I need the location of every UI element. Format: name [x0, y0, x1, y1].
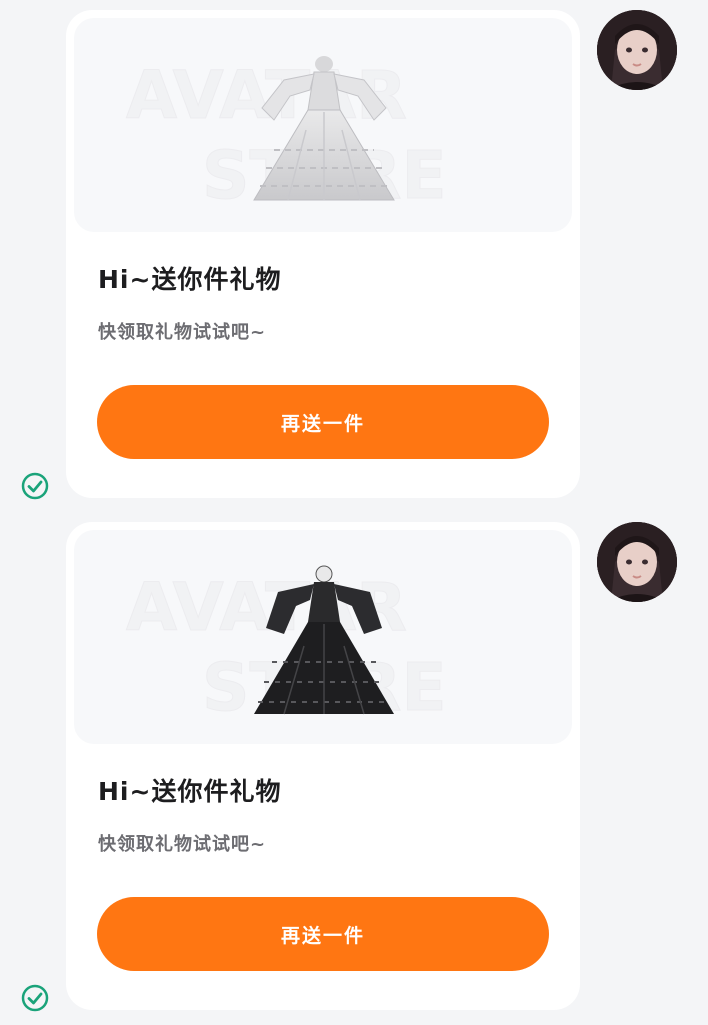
send-another-label: 再送一件 [280, 924, 365, 947]
gift-banner: AVATAR STORE [74, 530, 572, 744]
sent-check-icon [21, 472, 49, 500]
sent-check-icon [21, 984, 49, 1012]
black-gown-icon [244, 562, 404, 720]
send-another-button[interactable]: 再送一件 [97, 385, 549, 459]
gift-card[interactable]: AVATAR STORE [66, 10, 580, 498]
sender-avatar[interactable] [597, 522, 677, 602]
gift-subtitle: 快领取礼物试试吧~ [98, 322, 267, 343]
gift-card[interactable]: AVATAR STORE Hi~送你件礼物 [66, 522, 580, 1010]
sender-avatar[interactable] [597, 10, 677, 90]
gift-message: AVATAR STORE Hi~送你件礼物 [0, 512, 708, 1024]
chat-screen: AVATAR STORE [0, 0, 708, 1025]
gift-message: AVATAR STORE [0, 0, 708, 512]
gift-title: Hi~送你件礼物 [98, 777, 282, 806]
send-another-label: 再送一件 [280, 412, 365, 435]
white-gown-icon [244, 50, 404, 208]
send-another-button[interactable]: 再送一件 [97, 897, 549, 971]
gift-title: Hi~送你件礼物 [98, 265, 282, 294]
gift-banner: AVATAR STORE [74, 18, 572, 232]
gift-subtitle: 快领取礼物试试吧~ [98, 834, 267, 855]
